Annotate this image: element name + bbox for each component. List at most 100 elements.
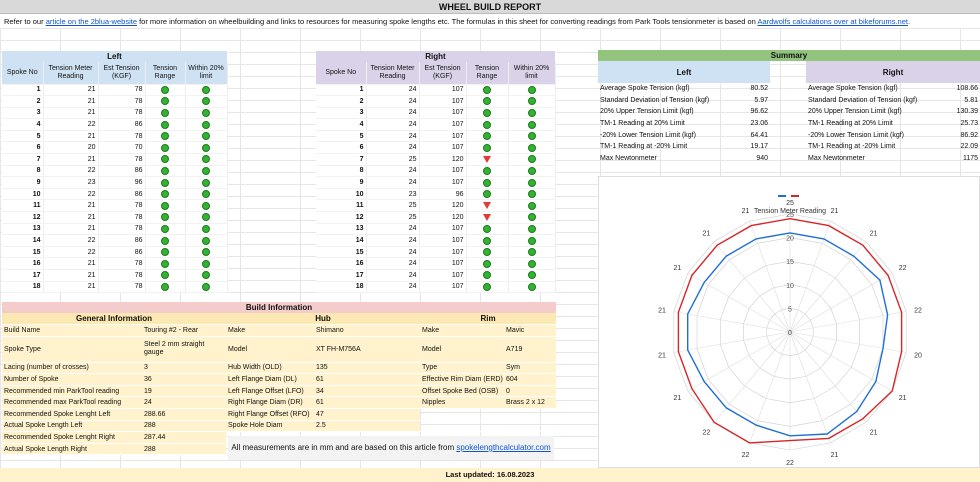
left-tm-reading: 22 (43, 188, 99, 201)
left-tension-range (145, 199, 186, 213)
green-dot-icon (527, 155, 536, 164)
left-tm-reading: 23 (43, 176, 99, 189)
right-est-tension: 107 (419, 84, 467, 97)
right-header-1: Tension Meter Reading (366, 62, 420, 85)
left-spoke-no: 15 (2, 246, 44, 259)
right-tension-range (466, 188, 509, 201)
rim-label: Model (420, 336, 505, 363)
summary-spacer (770, 83, 806, 95)
summary-value-left: 23.06 (750, 120, 769, 128)
aardwolf-link[interactable]: Aardwolfs calculations over at bikeforum… (757, 17, 908, 26)
right-within-limit (508, 269, 556, 282)
green-dot-icon (527, 271, 536, 280)
right-spoke-no: 9 (316, 176, 367, 189)
right-spoke-no: 2 (316, 95, 367, 108)
right-spoke-row: 16 24 107 (316, 257, 556, 270)
summary-table: Summary Left Right Average Spoke Tension … (598, 50, 980, 164)
general-label: Recommended Spoke Lenght Right (2, 431, 142, 444)
green-dot-icon (202, 178, 210, 187)
right-est-tension: 107 (419, 107, 467, 120)
hub-label: Left Flange Offset (LFO) (226, 385, 315, 398)
left-est-tension: 78 (98, 211, 146, 224)
right-tension-range (466, 269, 509, 282)
left-within-limit (185, 246, 228, 259)
green-dot-icon (483, 190, 491, 199)
left-spoke-no: 10 (2, 188, 44, 201)
rim-label: Offset Spoke Bed (OSB) (420, 385, 505, 398)
left-spoke-no: 1 (2, 84, 44, 97)
summary-label-left: Standard Deviation of Tension (kgf) (600, 96, 710, 104)
left-tension-range (145, 176, 186, 189)
summary-value-left: 96.62 (750, 108, 769, 116)
left-tm-reading: 21 (43, 95, 99, 108)
right-within-limit (508, 199, 556, 213)
rim-value: 0 (504, 385, 557, 398)
summary-row: Average Spoke Tension (kgf) 80.52 Average … (598, 83, 980, 95)
left-est-tension: 78 (98, 130, 146, 143)
right-within-limit (508, 141, 556, 155)
left-tm-reading: 20 (43, 141, 99, 155)
left-spoke-row: 15 22 86 (2, 246, 228, 259)
right-spoke-row: 18 24 107 (316, 281, 556, 294)
rim-title: Rim (420, 313, 557, 326)
summary-row: 20% Upper Tension Limit (kgf) 96.62 20% Up… (598, 106, 980, 118)
summary-label-right: TM-1 Reading at 20% Limit (808, 120, 893, 128)
general-label: Lacing (number of crosses) (2, 362, 142, 375)
green-dot-icon (202, 85, 210, 94)
rim-value: A719 (504, 336, 557, 363)
left-tension-range (145, 141, 186, 155)
right-header-4: Within 20% limit (508, 62, 556, 85)
left-tension-range (145, 246, 186, 259)
left-within-limit (185, 165, 228, 178)
summary-value-right: 22.09 (960, 143, 979, 151)
left-spoke-row: 18 21 78 (2, 281, 228, 294)
left-tm-reading: 21 (43, 257, 99, 270)
rim-label (420, 408, 505, 421)
right-spoke-row: 14 24 107 (316, 234, 556, 247)
green-dot-icon (483, 224, 491, 233)
hub-value: 47 (314, 408, 421, 421)
red-triangle-icon (483, 155, 491, 163)
green-dot-icon (202, 108, 210, 117)
left-spoke-row: 7 21 78 (2, 153, 228, 166)
right-spoke-row: 2 24 107 (316, 95, 556, 108)
right-within-limit (508, 246, 556, 259)
spokelength-link[interactable]: spokelengthcalculator.com (456, 443, 550, 452)
green-dot-icon (483, 166, 491, 175)
right-tension-range (466, 257, 509, 270)
left-spoke-no: 14 (2, 234, 44, 247)
summary-value-right: 1175 (962, 154, 979, 162)
right-within-limit (508, 176, 556, 189)
general-value: 287.44 (142, 431, 227, 444)
left-tension-range (145, 269, 186, 282)
right-tension-range (466, 246, 509, 259)
green-dot-icon (483, 259, 491, 268)
general-label: Recommended min ParkTool reading (2, 385, 142, 398)
green-dot-icon (161, 155, 169, 164)
radial-tick-label: 0 (788, 330, 792, 337)
left-spoke-row: 6 20 70 (2, 141, 228, 155)
outer-axis-label: 21 (899, 395, 907, 402)
right-tension-range (466, 211, 509, 224)
summary-spacer (770, 118, 806, 130)
right-spoke-table: Right Spoke No Tension Meter Reading Est T… (316, 51, 556, 294)
left-spoke-row: 11 21 78 (2, 199, 228, 213)
green-dot-icon (161, 143, 169, 152)
build-row: Build Name Touring #2 - Rear Make Shimano Ma… (2, 324, 557, 337)
green-dot-icon (527, 201, 536, 210)
right-est-tension: 107 (419, 165, 467, 178)
green-dot-icon (202, 224, 210, 233)
green-dot-icon (161, 224, 169, 233)
left-within-limit (185, 84, 228, 97)
right-spoke-row: 6 24 107 (316, 141, 556, 155)
last-updated: Last updated: 16.08.2023 (0, 468, 980, 482)
left-within-limit (185, 234, 228, 247)
green-dot-icon (483, 120, 491, 129)
summary-label-right: TM-1 Reading at -20% Limit (808, 143, 896, 151)
green-dot-icon (161, 259, 169, 268)
right-tm-reading: 24 (366, 165, 420, 178)
article-link[interactable]: article on the 2blua-website (46, 17, 137, 26)
green-dot-icon (483, 248, 491, 257)
right-tm-reading: 23 (366, 188, 420, 201)
hub-value: 61 (314, 396, 421, 410)
